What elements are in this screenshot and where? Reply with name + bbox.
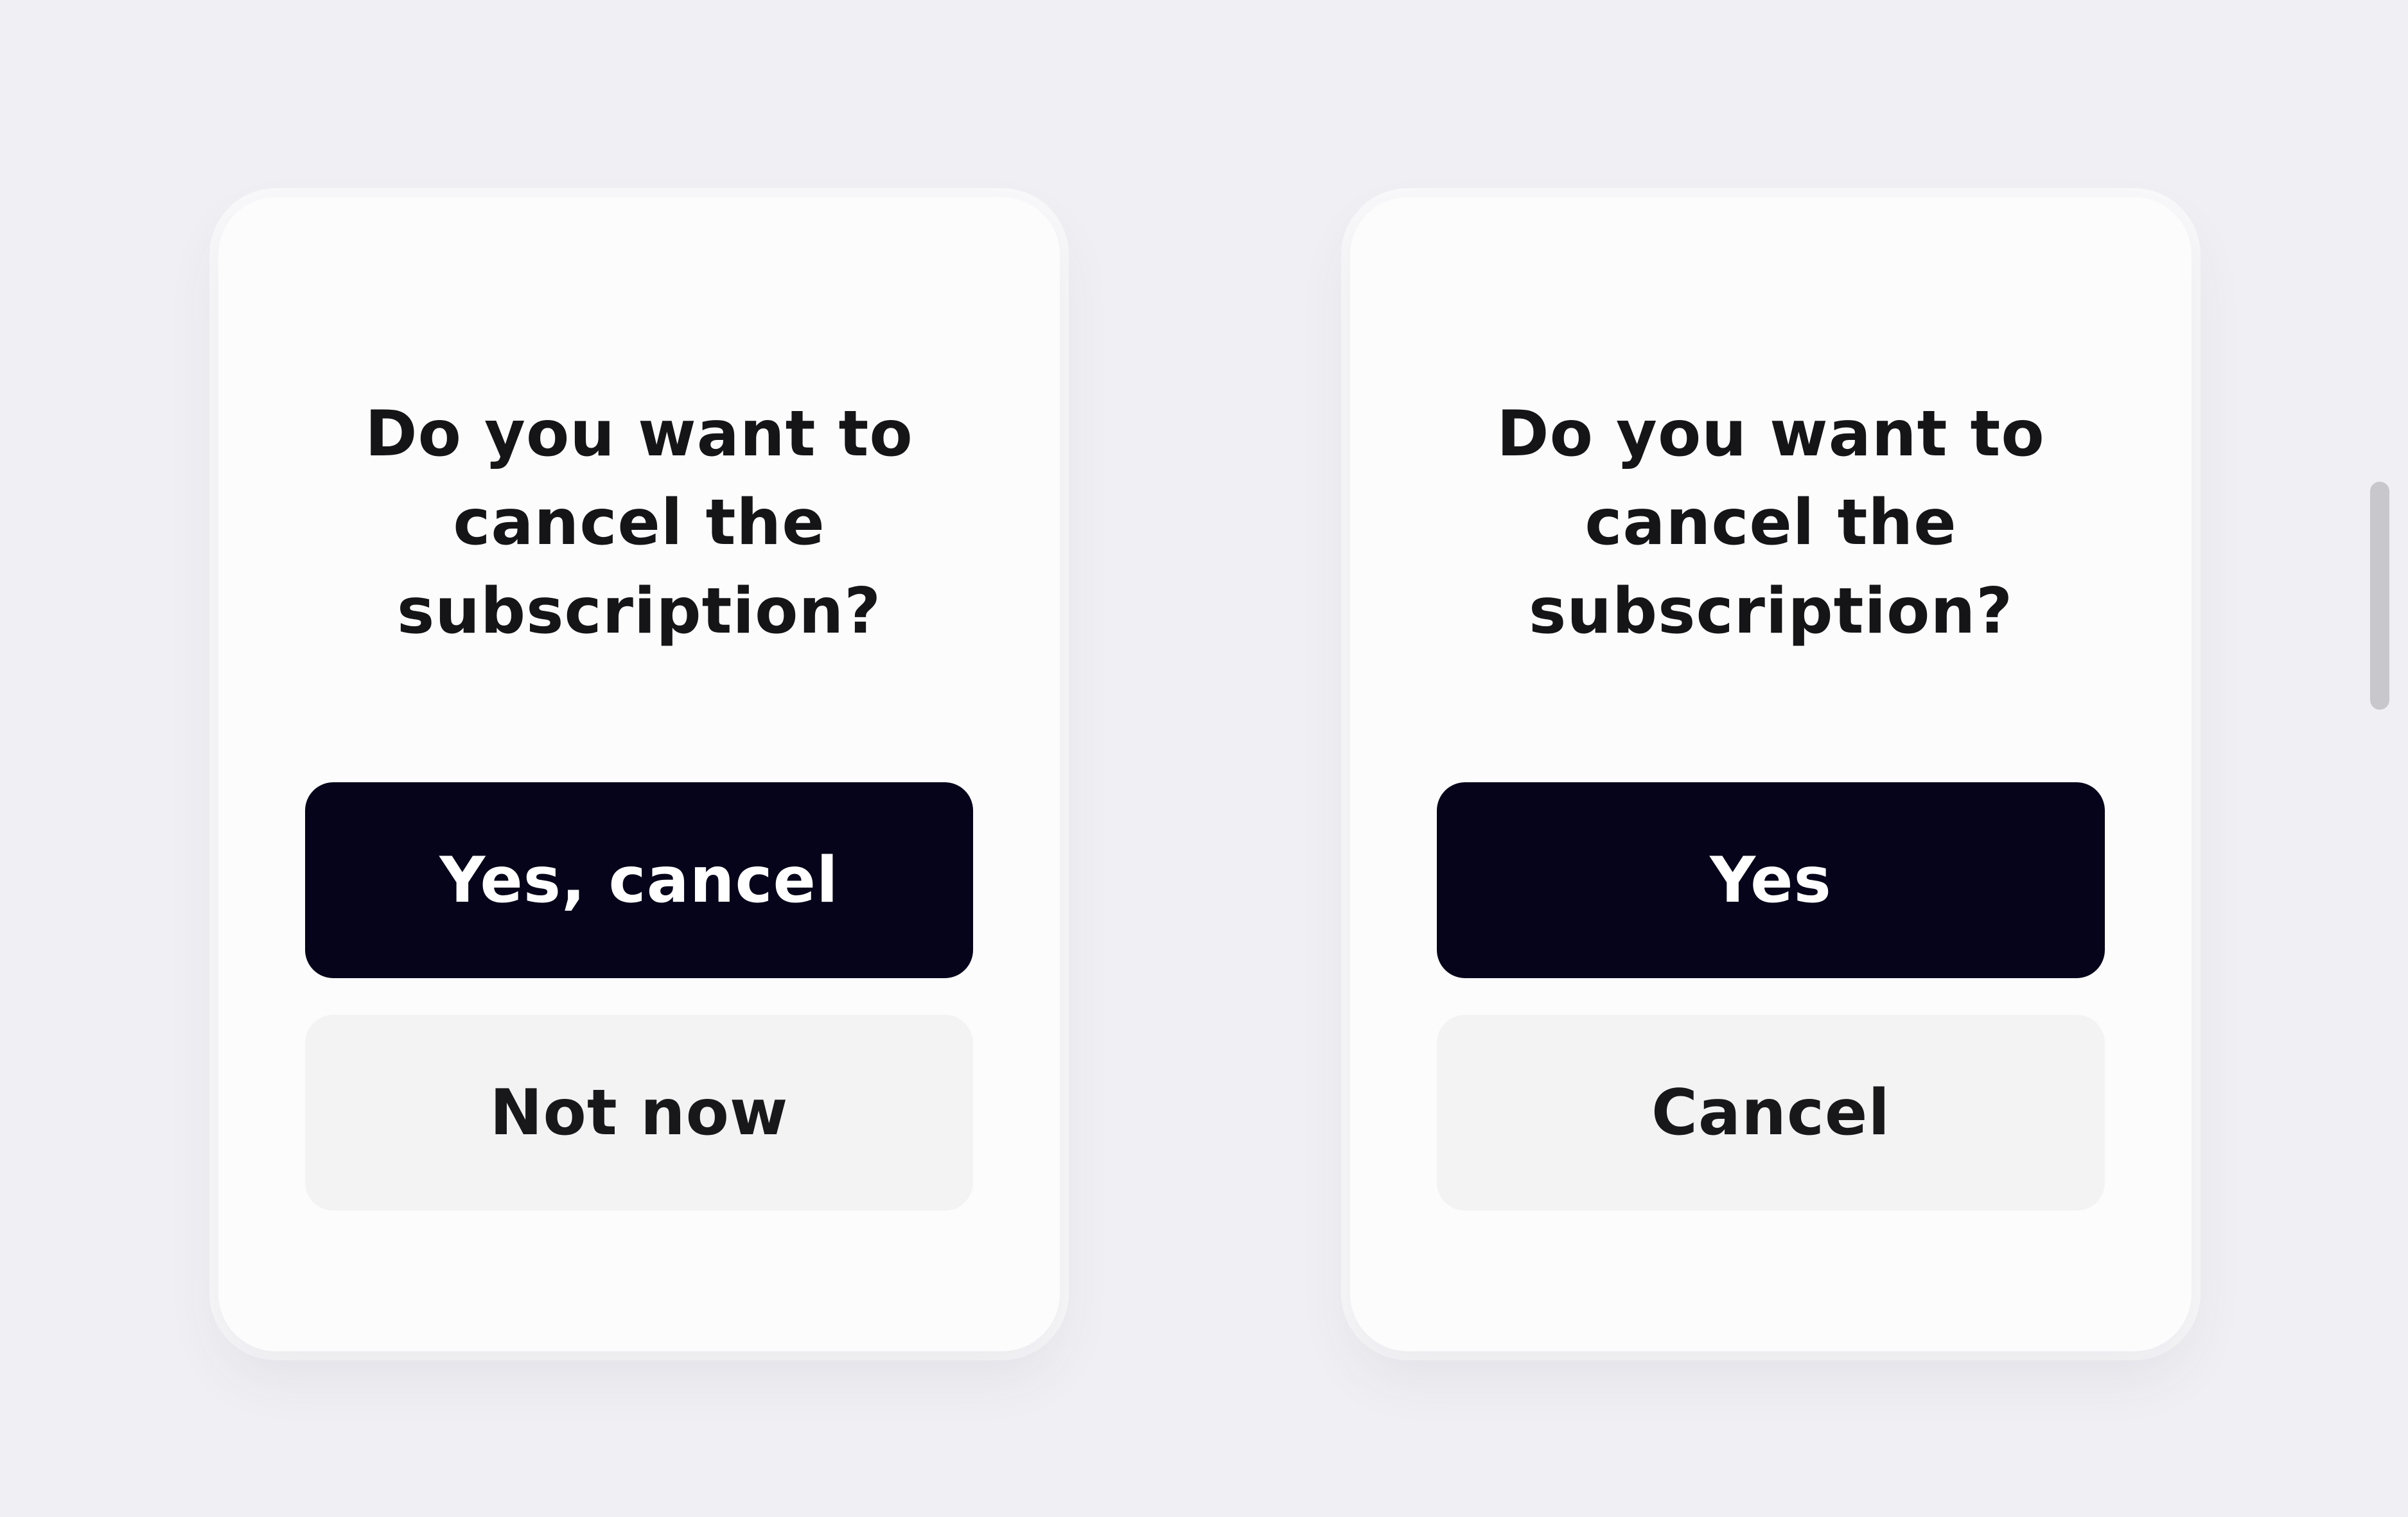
cancel-dialog-right: Do you want to cancel the subscription? … [1350,197,2192,1351]
yes-button[interactable]: Yes [1437,782,2105,978]
yes-cancel-button[interactable]: Yes, cancel [305,782,973,978]
dialog-question: Do you want to cancel the subscription? [365,398,913,648]
cancel-dialog-left: Do you want to cancel the subscription? … [218,197,1060,1351]
not-now-button[interactable]: Not now [305,1015,973,1211]
comparison-canvas: Do you want to cancel the subscription? … [0,0,2408,1517]
cancel-button[interactable]: Cancel [1437,1015,2105,1211]
vertical-scrollbar[interactable] [2370,482,2389,710]
dialog-question: Do you want to cancel the subscription? [1497,398,2045,648]
